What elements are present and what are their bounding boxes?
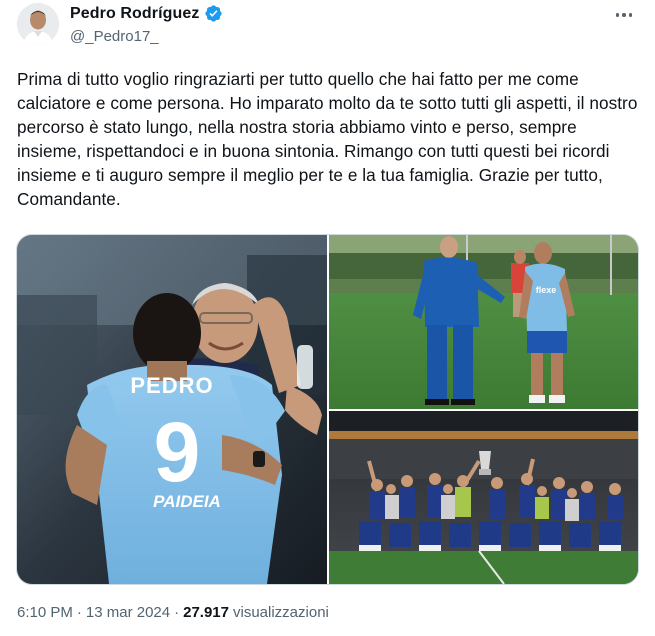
author-display-name[interactable]: Pedro Rodríguez (70, 5, 200, 23)
jersey-number: 9 (154, 405, 201, 499)
tweet-date[interactable]: 13 mar 2024 (86, 604, 170, 621)
photo-training[interactable]: flexe (329, 235, 638, 409)
more-dot-icon (615, 13, 620, 17)
author-avatar[interactable] (17, 3, 59, 45)
shirt-sponsor: flexe (536, 285, 557, 295)
views-count[interactable]: 27.917 (183, 604, 229, 621)
profile-avatar-icon (17, 3, 59, 45)
more-options-button[interactable] (611, 4, 637, 26)
views-label: visualizzazioni (233, 604, 329, 621)
jersey-sponsor: PAIDEIA (153, 492, 221, 511)
tweet: Pedro Rodríguez @_Pedro17_ Prima di tutt… (0, 0, 655, 636)
tweet-meta: 6:10 PM · 13 mar 2024 · 27.917 visualizz… (17, 604, 329, 621)
verified-badge-icon (204, 4, 223, 23)
tweet-text: Prima di tutto voglio ringraziarti per t… (17, 69, 643, 209)
author-name-row: Pedro Rodríguez (70, 4, 223, 23)
photo-hug[interactable]: PEDRO 9 PAIDEIA (17, 235, 327, 584)
author-handle[interactable]: @_Pedro17_ (70, 28, 159, 45)
more-dot-icon (628, 13, 633, 17)
tweet-time[interactable]: 6:10 PM (17, 604, 73, 621)
photo-celebration[interactable] (329, 411, 638, 584)
jersey-name: PEDRO (130, 373, 213, 398)
more-dot-icon (622, 13, 626, 17)
media-grid: PEDRO 9 PAIDEIA flexe (16, 234, 639, 585)
meta-separator: · (174, 604, 180, 621)
meta-separator: · (76, 604, 82, 621)
